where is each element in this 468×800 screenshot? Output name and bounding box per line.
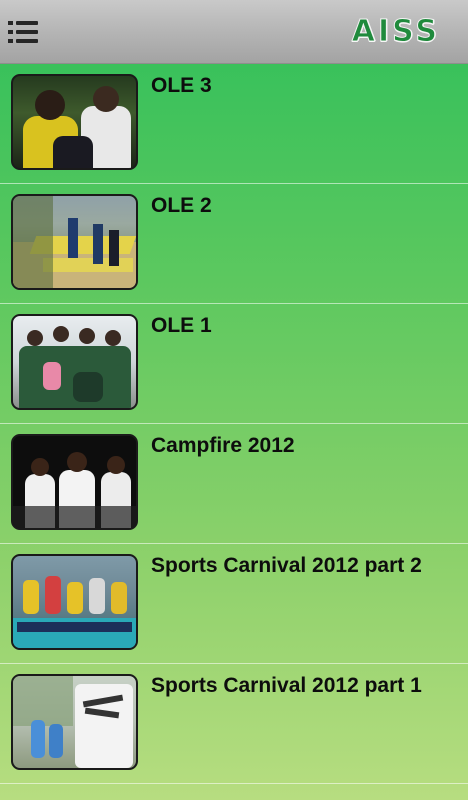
photo-thumbnail <box>11 74 138 170</box>
album-title: Sports Carnival 2012 part 1 <box>151 674 422 697</box>
photo-thumbnail <box>11 554 138 650</box>
album-title: OLE 3 <box>151 74 212 97</box>
photo-thumbnail <box>11 194 138 290</box>
photo-thumbnail <box>11 674 138 770</box>
album-title: Sports Carnival 2012 part 2 <box>151 554 422 577</box>
album-title: OLE 2 <box>151 194 212 217</box>
album-row-carnival1[interactable]: Sports Carnival 2012 part 1 <box>0 664 468 784</box>
album-list: OLE 3 OLE 2 OLE 1 Campfire 2012 Sports C… <box>0 64 468 784</box>
photo-thumbnail <box>11 434 138 530</box>
album-row-ole1[interactable]: OLE 1 <box>0 304 468 424</box>
app-logo: AISS <box>351 14 440 50</box>
album-row-ole2[interactable]: OLE 2 <box>0 184 468 304</box>
photo-thumbnail <box>11 314 138 410</box>
album-row-ole3[interactable]: OLE 3 <box>0 64 468 184</box>
album-row-carnival2[interactable]: Sports Carnival 2012 part 2 <box>0 544 468 664</box>
album-title: Campfire 2012 <box>151 434 295 457</box>
album-title: OLE 1 <box>151 314 212 337</box>
album-row-campfire[interactable]: Campfire 2012 <box>0 424 468 544</box>
app-header: AISS <box>0 0 468 64</box>
hamburger-menu-icon[interactable] <box>8 18 40 48</box>
